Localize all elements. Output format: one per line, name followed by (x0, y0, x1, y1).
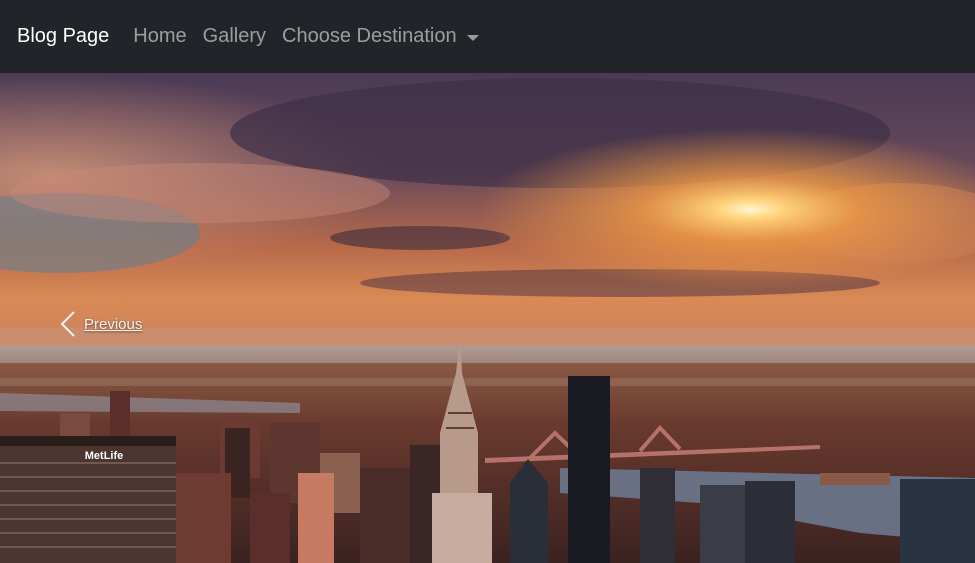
destination-dropdown-label: Choose Destination (282, 25, 457, 47)
carousel-prev-label: Previous (84, 315, 143, 333)
brand-link[interactable]: Blog Page (17, 25, 109, 48)
nav-link-gallery[interactable]: Gallery (203, 25, 266, 48)
nav-link-home[interactable]: Home (133, 25, 186, 48)
caret-down-icon (466, 34, 479, 41)
destination-dropdown[interactable]: Choose Destination (282, 25, 479, 48)
chevron-left-icon (60, 311, 75, 337)
carousel-prev-control[interactable]: Previous (60, 311, 142, 337)
image-carousel: MetLife Previous (0, 73, 975, 563)
metlife-sign: MetLife (85, 450, 124, 462)
top-navbar: Blog Page Home Gallery Choose Destinatio… (0, 0, 975, 73)
city-sunset-image: MetLife (0, 73, 975, 563)
